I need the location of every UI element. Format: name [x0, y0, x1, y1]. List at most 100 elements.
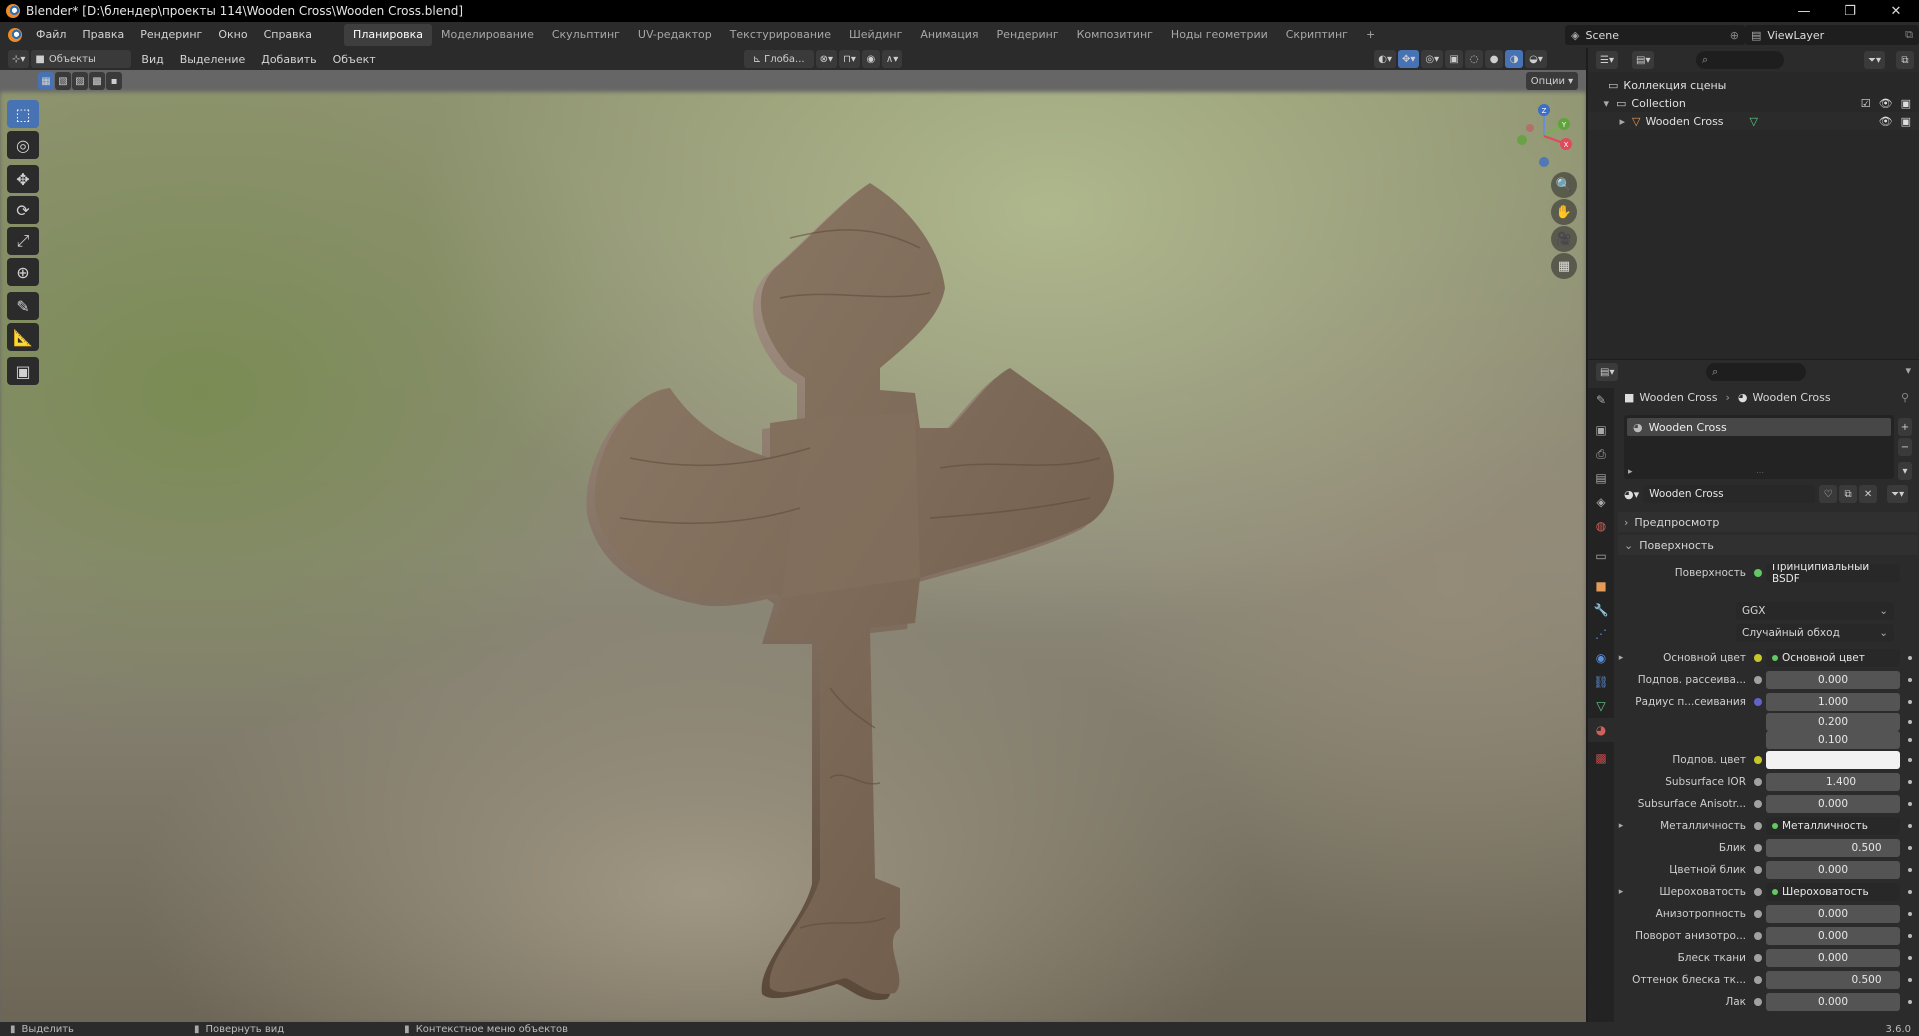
outliner-editor-type-icon[interactable]: ☰▾: [1596, 51, 1618, 69]
outliner-search-input[interactable]: ⌕: [1696, 51, 1784, 69]
keyframe-dot-icon[interactable]: [1908, 890, 1912, 894]
tool-tab-icon[interactable]: ✎: [1588, 388, 1614, 412]
tab-geometry-nodes[interactable]: Ноды геометрии: [1162, 24, 1277, 46]
add-cube-tool-icon[interactable]: ▣: [7, 357, 39, 385]
number-field[interactable]: 0.000: [1766, 949, 1900, 967]
keyframe-dot-icon[interactable]: [1908, 738, 1912, 742]
subsurface-method-select[interactable]: Случайный обход ⌄: [1736, 624, 1894, 642]
number-field[interactable]: 0.000: [1766, 927, 1900, 945]
number-field[interactable]: 0.000: [1766, 861, 1900, 879]
keyframe-dot-icon[interactable]: [1908, 780, 1912, 784]
material-slot-item[interactable]: ◕ Wooden Cross: [1627, 418, 1891, 436]
navigation-gizmo[interactable]: Z Y X: [1508, 100, 1580, 172]
material-link-icon[interactable]: ⏷▾: [1887, 485, 1909, 503]
keyframe-dot-icon[interactable]: [1908, 956, 1912, 960]
particles-tab-icon[interactable]: ⋰: [1588, 622, 1614, 646]
move-tool-icon[interactable]: ✥: [7, 165, 39, 193]
falloff-icon[interactable]: ∧▾: [881, 50, 903, 68]
keyframe-dot-icon[interactable]: [1908, 656, 1912, 660]
tab-rendering[interactable]: Рендеринг: [988, 24, 1068, 46]
new-collection-icon[interactable]: ⧉: [1896, 51, 1914, 69]
select-extend-icon[interactable]: ▧: [55, 72, 71, 90]
keyframe-dot-icon[interactable]: [1908, 934, 1912, 938]
scene-collection-row[interactable]: ▭ Коллекция сцены: [1588, 76, 1919, 94]
collection-row[interactable]: ▾ ▭ Collection ☑ 👁 ▣: [1588, 94, 1919, 112]
collection-tab-icon[interactable]: ▭: [1588, 544, 1614, 568]
select-box-tool-icon[interactable]: ⬚: [7, 100, 39, 128]
number-field[interactable]: 0.200: [1766, 713, 1900, 731]
proportional-edit-icon[interactable]: ◉: [861, 50, 880, 68]
camera-icon[interactable]: ▣: [1901, 97, 1911, 110]
keyframe-dot-icon[interactable]: [1908, 678, 1912, 682]
distribution-select[interactable]: GGX ⌄: [1736, 602, 1894, 620]
3d-viewport[interactable]: ⊹▾ ■ Объекты Вид Выделение Добавить Объе…: [0, 48, 1586, 1022]
material-shading-icon[interactable]: ◑: [1505, 50, 1524, 68]
chevron-down-icon[interactable]: ▾: [1588, 97, 1612, 110]
input-socket-icon[interactable]: [1754, 888, 1762, 896]
input-socket-icon[interactable]: [1754, 910, 1762, 918]
tab-scripting[interactable]: Скриптинг: [1277, 24, 1357, 46]
input-socket-icon[interactable]: [1754, 954, 1762, 962]
expand-link-icon[interactable]: ▸: [1614, 821, 1628, 831]
annotate-tool-icon[interactable]: ✎: [7, 292, 39, 320]
number-field[interactable]: 0.000: [1766, 993, 1900, 1011]
wireframe-shading-icon[interactable]: ◌: [1465, 50, 1484, 68]
browse-material-icon[interactable]: ◕▾: [1624, 488, 1639, 501]
expand-link-icon[interactable]: ▸: [1614, 887, 1628, 897]
chevron-right-icon[interactable]: ▸: [1588, 115, 1628, 128]
linked-input-field[interactable]: Основной цвет: [1766, 649, 1900, 667]
tab-modeling[interactable]: Моделирование: [432, 24, 543, 46]
add-view-layer-icon[interactable]: ⧉: [1905, 28, 1913, 42]
tab-layout[interactable]: Планировка: [344, 24, 433, 46]
surface-shader-field[interactable]: Принципиальный BSDF: [1766, 564, 1900, 582]
keyframe-dot-icon[interactable]: [1908, 802, 1912, 806]
scale-tool-icon[interactable]: ⤢: [7, 227, 39, 255]
camera-view-icon[interactable]: 🎥: [1551, 226, 1577, 252]
modifier-tab-icon[interactable]: 🔧: [1588, 598, 1614, 622]
input-socket-icon[interactable]: [1754, 800, 1762, 808]
input-socket-icon[interactable]: [1754, 654, 1762, 662]
transform-tool-icon[interactable]: ⊕: [7, 258, 39, 286]
chevron-down-icon[interactable]: ▾: [1905, 364, 1911, 377]
number-field[interactable]: 0.100: [1766, 731, 1900, 749]
input-socket-icon[interactable]: [1754, 756, 1762, 764]
input-socket-icon[interactable]: [1754, 778, 1762, 786]
number-field[interactable]: 1.000: [1766, 693, 1900, 711]
object-tab-icon[interactable]: ■: [1588, 574, 1614, 598]
mode-selector[interactable]: ■ Объекты: [31, 50, 132, 68]
gizmo-toggle-icon[interactable]: ✥▾: [1397, 50, 1420, 68]
input-socket-icon[interactable]: [1754, 822, 1762, 830]
view-layer-tab-icon[interactable]: ▤: [1588, 466, 1614, 490]
select-new-icon[interactable]: ▦: [38, 72, 54, 90]
minimize-button[interactable]: —: [1781, 0, 1827, 22]
preview-panel-header[interactable]: › Предпросмотр: [1618, 512, 1918, 532]
perspective-grid-icon[interactable]: ▦: [1551, 253, 1577, 279]
mesh-data-icon[interactable]: ▽: [1750, 115, 1758, 128]
menu-add[interactable]: Добавить: [253, 53, 324, 66]
keyframe-dot-icon[interactable]: [1908, 1000, 1912, 1004]
physics-tab-icon[interactable]: ◉: [1588, 646, 1614, 670]
keyframe-dot-icon[interactable]: [1908, 978, 1912, 982]
filter-icon[interactable]: ⏷▾: [1864, 51, 1886, 69]
pin-icon[interactable]: ⊕: [1730, 29, 1739, 42]
resize-handle[interactable]: ⋯: [1756, 468, 1764, 477]
linked-input-field[interactable]: Металличность: [1766, 817, 1900, 835]
menu-window[interactable]: Окно: [210, 22, 255, 48]
transform-orientation[interactable]: ⊾ Глоба...: [743, 50, 814, 68]
unlink-material-icon[interactable]: ✕: [1859, 485, 1878, 503]
add-slot-button[interactable]: +: [1898, 418, 1912, 436]
select-subtract-icon[interactable]: ▨: [72, 72, 88, 90]
tab-compositing[interactable]: Композитинг: [1068, 24, 1162, 46]
keyframe-dot-icon[interactable]: [1908, 700, 1912, 704]
maximize-button[interactable]: ❐: [1827, 0, 1873, 22]
visibility-icon[interactable]: ◐▾: [1374, 50, 1396, 68]
input-socket-icon[interactable]: [1754, 866, 1762, 874]
select-invert-icon[interactable]: ▩: [89, 72, 105, 90]
material-tab-icon[interactable]: ◕: [1588, 718, 1614, 742]
menu-file[interactable]: Файл: [28, 22, 74, 48]
number-field[interactable]: 1.400: [1766, 773, 1900, 791]
menu-select[interactable]: Выделение: [172, 53, 254, 66]
display-mode-icon[interactable]: ▤▾: [1632, 51, 1655, 69]
cursor-tool-icon[interactable]: ◎: [7, 131, 39, 159]
menu-object[interactable]: Объект: [325, 53, 384, 66]
